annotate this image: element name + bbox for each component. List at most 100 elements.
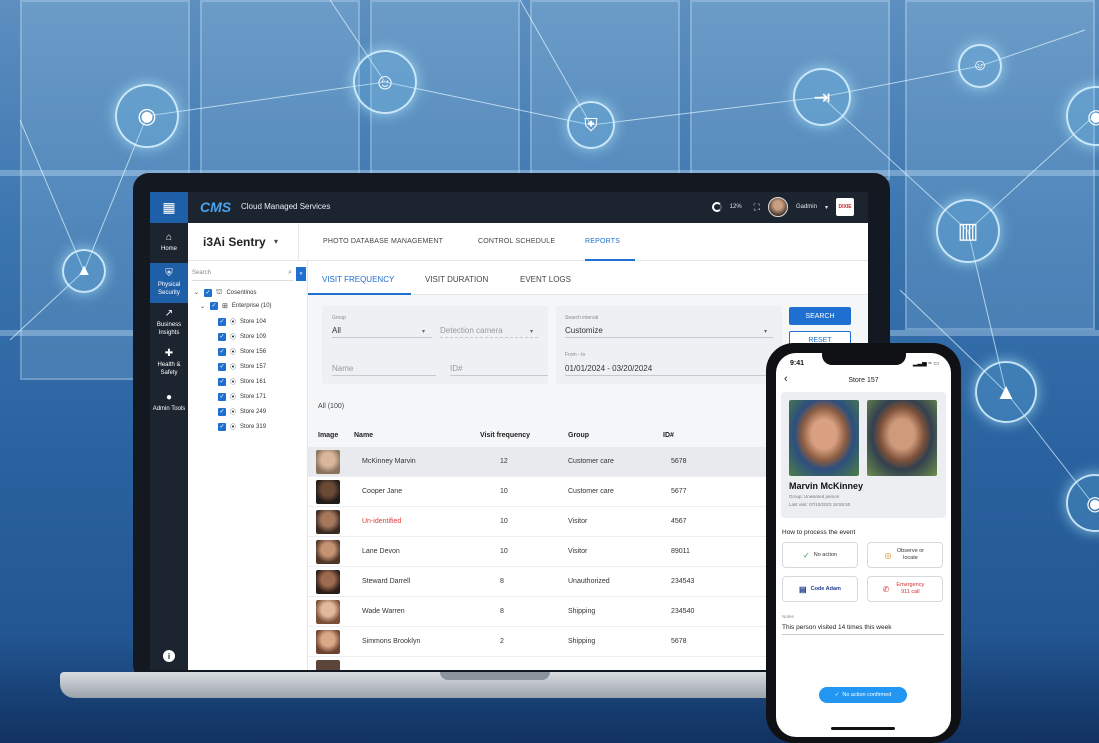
phone-screen: 9:41 ▂▃▅ ≈ ▭ ‹ Store 157 Marvin McKinney… — [776, 353, 951, 737]
database-photo — [867, 400, 937, 476]
person-group: Group: Unwanted person — [789, 494, 840, 499]
no-action-button[interactable]: ✓ No action — [782, 542, 858, 568]
tree-item-store[interactable]: ✓ ⦿ Store 319 — [218, 422, 266, 431]
alarm-node-icon: ▲ — [975, 361, 1037, 423]
column-header-visit-frequency[interactable]: Visit frequency — [480, 432, 530, 439]
person-thumbnail — [316, 630, 340, 654]
filter-panel: Group All ▾ Detection camera ▾ Name ID# — [322, 306, 548, 384]
fullscreen-icon[interactable]: ⛶ — [754, 202, 760, 213]
interval-select[interactable]: Customize — [565, 326, 603, 335]
location-pin-icon: ⦿ — [230, 365, 237, 371]
info-icon[interactable]: i — [163, 650, 175, 662]
tree-search-input[interactable]: Search ⌕ — [192, 267, 294, 281]
tab-event-logs[interactable]: EVENT LOGS — [520, 275, 571, 284]
cell-group: Visitor — [568, 518, 588, 525]
column-header-image[interactable]: Image — [318, 432, 338, 439]
emergency-call-button[interactable]: ✆ Emergency 911 call — [867, 576, 943, 602]
chevron-down-icon[interactable]: ▾ — [825, 204, 828, 211]
tree-item-label: Store 156 — [240, 348, 267, 355]
app-logo: CMS — [200, 199, 232, 215]
tree-item-store[interactable]: ✓ ⦿ Store 249 — [218, 407, 266, 416]
person-card: Marvin McKinney Group: Unwanted person L… — [781, 392, 946, 518]
tree-item-store[interactable]: ✓ ⦿ Store 157 — [218, 362, 266, 371]
tab-visit-duration[interactable]: VISIT DURATION — [425, 275, 488, 284]
checkbox-checked-icon[interactable]: ✓ — [218, 317, 226, 326]
checkbox-checked-icon[interactable]: ✓ — [218, 377, 226, 386]
check-icon: ✓ — [834, 692, 840, 698]
location-pin-icon: ⦿ — [230, 380, 237, 386]
column-header-name[interactable]: Name — [354, 432, 373, 439]
person-thumbnail — [316, 660, 340, 670]
cpu-gauge-icon — [711, 202, 722, 212]
cell-group: Unauthorized — [568, 578, 610, 585]
nav-item-health-safety[interactable]: ✚ Health & Safety — [150, 343, 188, 383]
tree-item-label: Enterprise (10) — [231, 303, 272, 309]
checkbox-checked-icon[interactable]: ✓ — [218, 422, 226, 431]
name-field[interactable]: Name — [332, 364, 353, 373]
chevron-down-icon[interactable]: ▾ — [274, 237, 278, 246]
app-title: Cloud Managed Services — [241, 202, 331, 211]
toast-label: No action confirmed — [842, 692, 892, 698]
top-bar-right: 12% ⛶ Gadmin ▾ DIXIE — [711, 197, 854, 217]
checkbox-checked-icon[interactable]: ✓ — [218, 362, 226, 371]
cell-frequency: 10 — [500, 518, 508, 525]
nav-item-physical-security[interactable]: ⛨ Physical Security — [150, 263, 188, 303]
checkbox-checked-icon[interactable]: ✓ — [218, 392, 226, 401]
notes-field[interactable]: This person visited 14 times this week — [782, 624, 891, 631]
chevron-down-icon[interactable]: ▾ — [422, 328, 425, 335]
tree-item-store[interactable]: ✓ ⦿ Store 104 — [218, 317, 266, 326]
tab-control-schedule[interactable]: CONTROL SCHEDULE — [478, 238, 555, 245]
id-field[interactable]: ID# — [450, 364, 462, 373]
cell-group: Shipping — [568, 608, 596, 615]
user-name[interactable]: Gadmin — [796, 204, 817, 210]
avatar[interactable] — [767, 197, 788, 217]
checkbox-checked-icon[interactable]: ✓ — [204, 288, 212, 297]
plus-icon: ✚ — [164, 348, 174, 359]
tree-item-enterprise[interactable]: ⌄ ✓ ⊞ Enterprise (10) — [200, 302, 272, 310]
tree-item-store[interactable]: ✓ ⦿ Store 109 — [218, 332, 266, 341]
interval-panel: Search interval Customize ▾ From - to 01… — [556, 306, 782, 384]
detection-camera-select[interactable]: Detection camera — [440, 326, 503, 335]
phone-icon: ✆ — [882, 584, 890, 594]
column-header-id[interactable]: ID# — [663, 432, 674, 439]
face-scan-node-icon: ☺ — [353, 50, 417, 114]
tree-item-store[interactable]: ✓ ⦿ Store 171 — [218, 392, 266, 401]
column-header-group[interactable]: Group — [568, 432, 589, 439]
code-adam-button[interactable]: ▤ Code Adam — [782, 576, 858, 602]
tab-visit-frequency[interactable]: VISIT FREQUENCY — [322, 275, 394, 284]
nav-item-home[interactable]: ⌂ Home — [150, 223, 188, 263]
person-thumbnail — [316, 450, 340, 474]
tab-reports[interactable]: REPORTS — [585, 238, 620, 245]
result-count: All (100) — [318, 403, 345, 410]
checkbox-checked-icon[interactable]: ✓ — [218, 347, 226, 356]
tree-item-store[interactable]: ✓ ⦿ Store 161 — [218, 377, 266, 386]
chevron-down-icon[interactable]: ⌄ — [194, 289, 200, 296]
collapse-icon[interactable]: « — [296, 267, 306, 281]
chevron-down-icon[interactable]: ⌄ — [200, 303, 206, 310]
nav-item-label: Health & Safety — [157, 362, 181, 376]
tree-item-root[interactable]: ⌄ ✓ ⛫ Cosentinos — [194, 288, 256, 297]
nav-item-admin-tools[interactable]: ● Admin Tools — [150, 383, 188, 423]
search-button[interactable]: SEARCH — [789, 307, 851, 325]
person-thumbnail — [316, 600, 340, 624]
search-icon[interactable]: ⌕ — [288, 269, 292, 277]
group-select[interactable]: All — [332, 326, 341, 335]
nav-item-business-insights[interactable]: ↗ Business Insights — [150, 303, 188, 343]
person-last-visit: Last visit: 07/10/2023 18:55:50 — [789, 502, 851, 507]
tab-photo-database[interactable]: PHOTO DATABASE MANAGEMENT — [323, 238, 443, 245]
person-node-icon: ☺ — [958, 44, 1002, 88]
product-selector[interactable]: i3Ai Sentry — [203, 235, 266, 249]
checkbox-checked-icon[interactable]: ✓ — [218, 332, 226, 341]
chevron-down-icon[interactable]: ▾ — [764, 328, 767, 335]
tree-item-store[interactable]: ✓ ⦿ Store 156 — [218, 347, 266, 356]
checkbox-checked-icon[interactable]: ✓ — [210, 302, 218, 310]
date-range-field[interactable]: 01/01/2024 - 03/20/2024 — [565, 364, 652, 373]
checkbox-checked-icon[interactable]: ✓ — [218, 407, 226, 416]
location-pin-icon: ⦿ — [230, 410, 237, 416]
grid-icon[interactable]: ▦ — [150, 192, 188, 223]
cell-id: 5678 — [671, 638, 687, 645]
chevron-down-icon[interactable]: ▾ — [530, 328, 533, 335]
observe-button[interactable]: ◎ Observe or locate — [867, 542, 943, 568]
cell-group: Shipping — [568, 638, 596, 645]
camera-snapshot — [789, 400, 859, 476]
